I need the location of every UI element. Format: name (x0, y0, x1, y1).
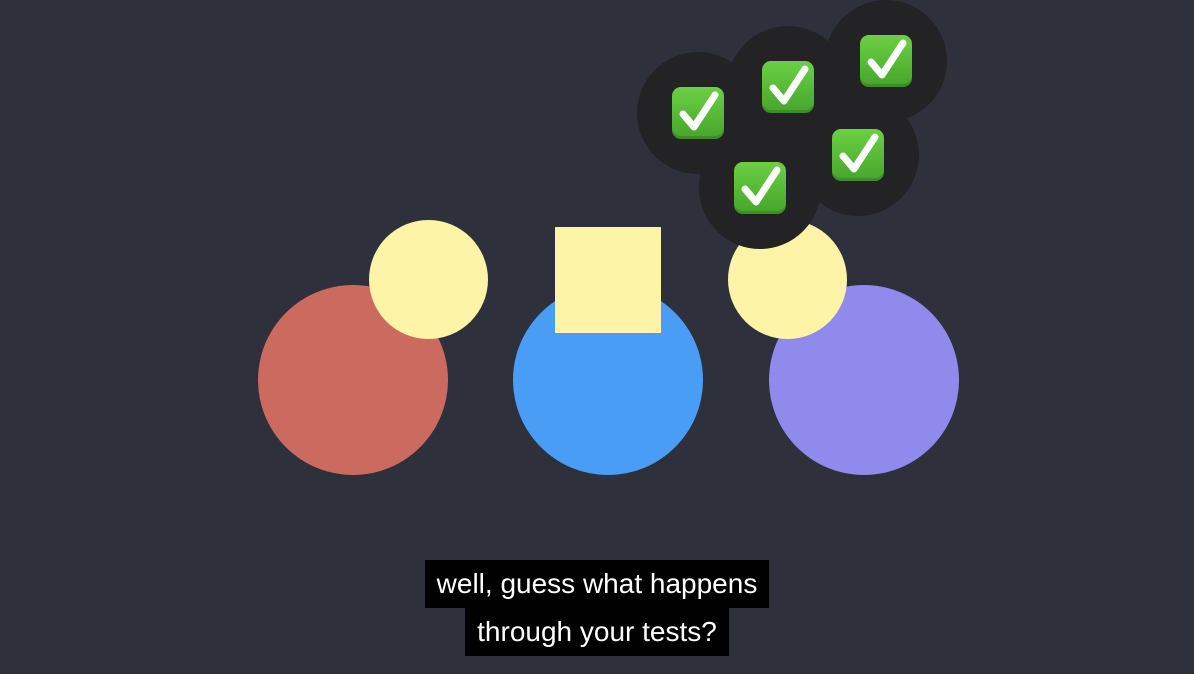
check-mark-icon (762, 61, 814, 113)
check-mark-icon (860, 35, 912, 87)
check-badge (699, 127, 821, 249)
check-mark-icon (734, 162, 786, 214)
caption-line-2: through your tests? (465, 608, 729, 656)
video-frame: well, guess what happens through your te… (0, 0, 1194, 674)
check-mark-icon (832, 129, 884, 181)
subtitle-captions: well, guess what happens through your te… (0, 560, 1194, 656)
caption-line-1: well, guess what happens (424, 560, 770, 608)
yellow-circle-left (369, 220, 488, 339)
check-mark-icon (672, 87, 724, 139)
yellow-square (555, 227, 661, 333)
